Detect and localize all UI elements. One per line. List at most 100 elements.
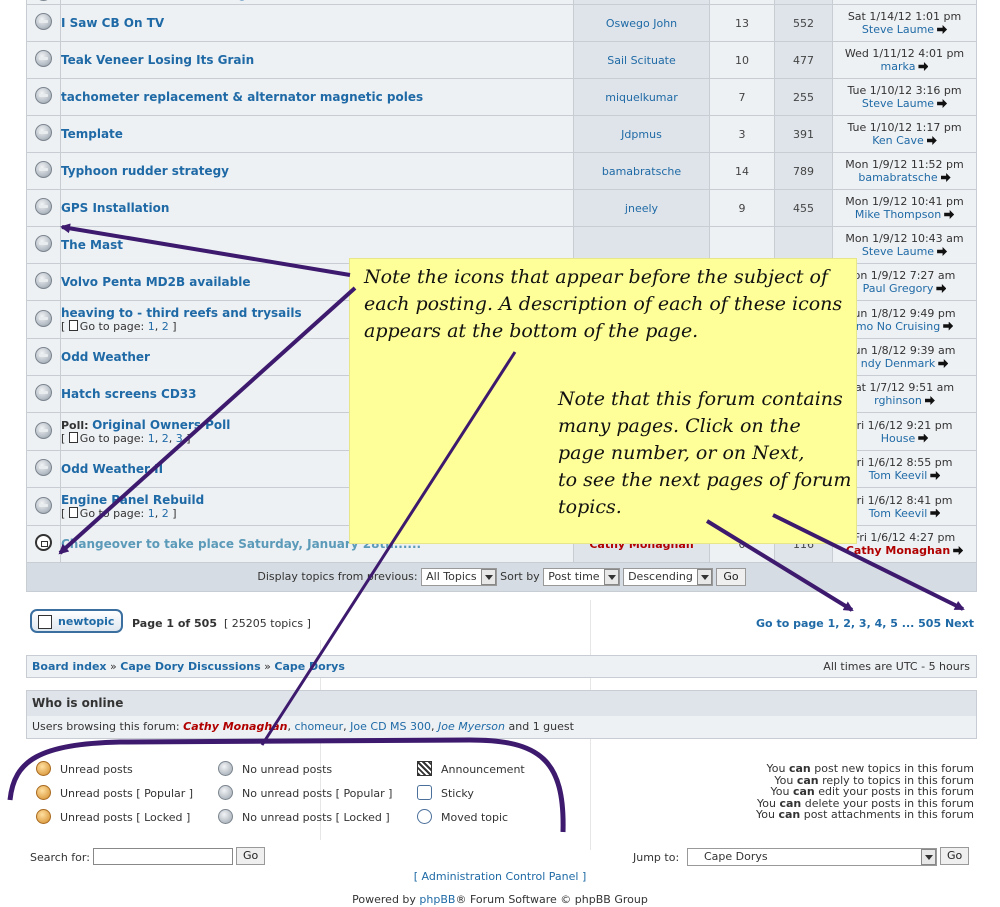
last-post-user-link[interactable]: Ken Cave [872, 134, 924, 147]
goto-last-post-icon[interactable] [926, 136, 937, 145]
admin-control-panel-link[interactable]: [ Administration Control Panel ] [0, 870, 1000, 883]
topic-author-link[interactable]: Oswego John [606, 17, 677, 30]
topic-title-link[interactable]: GPS Installation [61, 201, 169, 215]
sort-select[interactable]: Post time [543, 568, 620, 586]
legend-announcement: Announcement [417, 761, 525, 776]
goto-last-post-icon[interactable] [918, 433, 929, 443]
online-user-link[interactable]: Joe CD MS 300 [350, 720, 431, 733]
last-post-user-link[interactable]: House [881, 432, 915, 445]
new-topic-icon [38, 615, 52, 629]
goto-last-post-icon[interactable] [936, 284, 947, 293]
legend-label: Announcement [441, 763, 525, 776]
topic-title-link[interactable]: Odd Weather [61, 350, 150, 364]
topic-title-link[interactable]: heaving to - third reefs and trysails [61, 306, 302, 320]
topic-author-link[interactable]: bamabratsche [602, 165, 681, 178]
topic-title-link[interactable]: Template [61, 127, 123, 141]
page-link[interactable]: 1 [828, 617, 836, 630]
last-post-user-link[interactable]: ndy Denmark [861, 357, 936, 370]
goto-last-post-icon[interactable] [937, 247, 948, 256]
sort-value: Post time [548, 570, 600, 583]
last-post-user-link[interactable]: Tom Keevil [869, 507, 928, 520]
page-link[interactable]: 5 [890, 617, 898, 630]
last-post-user-link[interactable]: bamabratsche [858, 171, 937, 184]
goto-last-post-icon[interactable] [943, 321, 954, 331]
topic-author-link[interactable]: Jdpmus [621, 128, 662, 141]
goto-last-post-icon[interactable] [930, 471, 941, 480]
last-post-cell: Tue 1/10/12 1:17 pm Ken Cave [832, 115, 977, 153]
topic-title-link[interactable]: Original Owners Poll [92, 418, 230, 432]
phpbb-link[interactable]: phpBB [419, 893, 455, 906]
legend-label: Unread posts [ Locked ] [60, 811, 191, 824]
timezone-label: All times are UTC - 5 hours [823, 660, 970, 673]
search-label: Search for: [30, 851, 90, 864]
topic-title-link[interactable]: Hatch screens CD33 [61, 387, 197, 401]
topic-page-link[interactable]: 1 [148, 432, 155, 445]
goto-last-post-icon[interactable] [937, 99, 948, 108]
order-select[interactable]: Descending [623, 568, 713, 586]
last-post-user-link[interactable]: Cathy Monaghan [846, 544, 950, 557]
goto-last-post-icon[interactable] [924, 396, 935, 405]
goto-last-post-icon[interactable] [944, 210, 955, 219]
display-go-button[interactable]: Go [716, 568, 746, 586]
last-post-user-link[interactable]: mo No Cruising [856, 320, 940, 333]
topic-title-link[interactable]: Teak Veneer Losing Its Grain [61, 53, 254, 67]
no-unread-posts-icon [35, 347, 52, 364]
last-post-user-link[interactable]: Tom Keevil [869, 469, 928, 482]
topic-title-link[interactable]: The Mast [61, 238, 123, 252]
goto-last-post-icon[interactable] [918, 62, 929, 71]
topic-title-link[interactable]: Volvo Penta MD2B available [61, 275, 250, 289]
topic-author-link[interactable]: miquelkumar [605, 91, 678, 104]
topic-page-link[interactable]: 2 [162, 432, 169, 445]
topic-page-link[interactable]: 1 [148, 320, 155, 333]
topic-page-link[interactable]: 3 [176, 432, 183, 445]
forum-permissions: You can post new topics in this forum You… [756, 763, 974, 821]
search-go-button[interactable]: Go [236, 847, 266, 865]
topic-title-link[interactable]: Odd Weather II [61, 462, 163, 476]
last-post-user-link[interactable]: Neil Gordon [866, 0, 931, 1]
breadcrumb-cape-dory-discussions[interactable]: Cape Dory Discussions [120, 660, 260, 673]
chevron-down-icon [696, 569, 712, 585]
topic-author-link[interactable]: jneely [625, 202, 658, 215]
page-link[interactable]: 3 [859, 617, 867, 630]
online-user-link[interactable]: chomeur [294, 720, 343, 733]
topic-row: GPS Installation jneely 9 455 Mon 1/9/12 10:… [26, 189, 977, 227]
last-post-user-link[interactable]: Paul Gregory [863, 282, 934, 295]
goto-last-post-icon[interactable] [937, 25, 948, 34]
last-post-user-link[interactable]: Mike Thompson [855, 208, 941, 221]
topic-page-link[interactable]: 1 [148, 507, 155, 520]
page-link-last[interactable]: 505 [918, 617, 941, 630]
topic-filter-select[interactable]: All Topics [421, 568, 497, 586]
topic-title-link[interactable]: Typhoon rudder strategy [61, 164, 229, 178]
breadcrumb-cape-dorys[interactable]: Cape Dorys [274, 660, 345, 673]
jump-go-button[interactable]: Go [940, 847, 970, 865]
last-post-user-link[interactable]: Steve Laume [862, 23, 934, 36]
last-post-date: Mon 1/9/12 10:43 am [845, 232, 964, 245]
breadcrumb-board-index[interactable]: Board index [32, 660, 107, 673]
topic-title-link[interactable]: Northeast Fleet Events Registration [61, 0, 305, 1]
goto-last-post-icon[interactable] [930, 508, 941, 518]
last-post-user-link[interactable]: marka [881, 60, 916, 73]
page-link[interactable]: 4 [875, 617, 883, 630]
search-input[interactable] [93, 848, 233, 865]
topic-author-link[interactable]: Sail Scituate [607, 54, 676, 67]
online-user-link[interactable]: Joe Myerson [438, 720, 505, 733]
jump-select[interactable]: Cape Dorys [687, 848, 937, 866]
topic-title-link[interactable]: I Saw CB On TV [61, 16, 164, 30]
page-link[interactable]: 2 [843, 617, 851, 630]
page-info: Page 1 of 505 [ 25205 topics ] [132, 617, 311, 630]
goto-last-post-icon[interactable] [940, 173, 951, 182]
last-post-user-link[interactable]: Steve Laume [862, 245, 934, 258]
next-page-link[interactable]: Next [945, 617, 974, 630]
goto-last-post-icon[interactable] [938, 359, 949, 368]
topic-page-link[interactable]: 2 [162, 320, 169, 333]
topic-page-link[interactable]: 2 [162, 507, 169, 520]
last-post-user-link[interactable]: Steve Laume [862, 97, 934, 110]
topic-title-link[interactable]: Engine Panel Rebuild [61, 493, 204, 507]
topic-title-link[interactable]: tachometer replacement & alternator magn… [61, 90, 423, 104]
online-user-link[interactable]: Cathy Monaghan [183, 720, 287, 733]
goto-last-post-icon[interactable] [953, 546, 964, 555]
topic-author-link[interactable]: Neil Gordon [609, 0, 674, 1]
new-topic-button[interactable]: newtopic [30, 609, 123, 633]
last-post-date: Sat 1/14/12 1:01 pm [847, 10, 962, 23]
last-post-user-link[interactable]: rghinson [874, 394, 922, 407]
